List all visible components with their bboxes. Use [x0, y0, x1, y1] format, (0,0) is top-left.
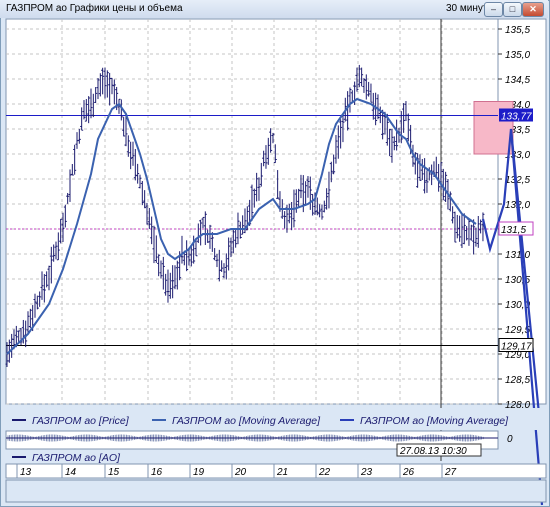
ao-zero-label: 0 — [507, 434, 513, 445]
x-tick-label: 22 — [318, 467, 331, 478]
x-tick-label: 13 — [20, 467, 32, 478]
y-tick-label: 131,0 — [505, 250, 530, 261]
price-chart: 128,0128,5129,0129,5130,0130,5131,0131,5… — [5, 18, 547, 506]
horizontal-scrollbar — [5, 479, 547, 503]
x-tick-label: 23 — [360, 467, 373, 478]
low-price-label: 129,17 — [501, 342, 532, 353]
x-axis-strip — [5, 463, 547, 479]
y-tick-label: 132,5 — [505, 175, 530, 186]
x-tick-label: 21 — [276, 467, 288, 478]
current-price-label: 133,77 — [501, 112, 532, 123]
y-tick-label: 128,5 — [505, 375, 530, 386]
cursor-date-label: 27.08.13 10:30 — [399, 446, 467, 457]
x-tick-label: 19 — [193, 467, 205, 478]
x-tick-label: 26 — [402, 467, 415, 478]
ao-legend-label: ГАЗПРОМ ао [AO] — [32, 452, 121, 464]
x-tick-label: 20 — [234, 467, 247, 478]
y-tick-label: 135,5 — [505, 25, 530, 36]
y-tick-label: 135,0 — [505, 50, 530, 61]
y-tick-label: 134,5 — [505, 75, 530, 86]
x-tick-label: 14 — [65, 467, 77, 478]
x-tick-label: 16 — [151, 467, 163, 478]
x-tick-label: 15 — [108, 467, 120, 478]
x-tick-label: 27 — [444, 467, 457, 478]
legend-label: ГАЗПРОМ ао [Moving Average] — [360, 415, 509, 427]
legend-label: ГАЗПРОМ ао [Moving Average] — [172, 415, 321, 427]
last-price-label: 131,5 — [501, 225, 526, 236]
legend-label: ГАЗПРОМ ао [Price] — [32, 415, 130, 427]
